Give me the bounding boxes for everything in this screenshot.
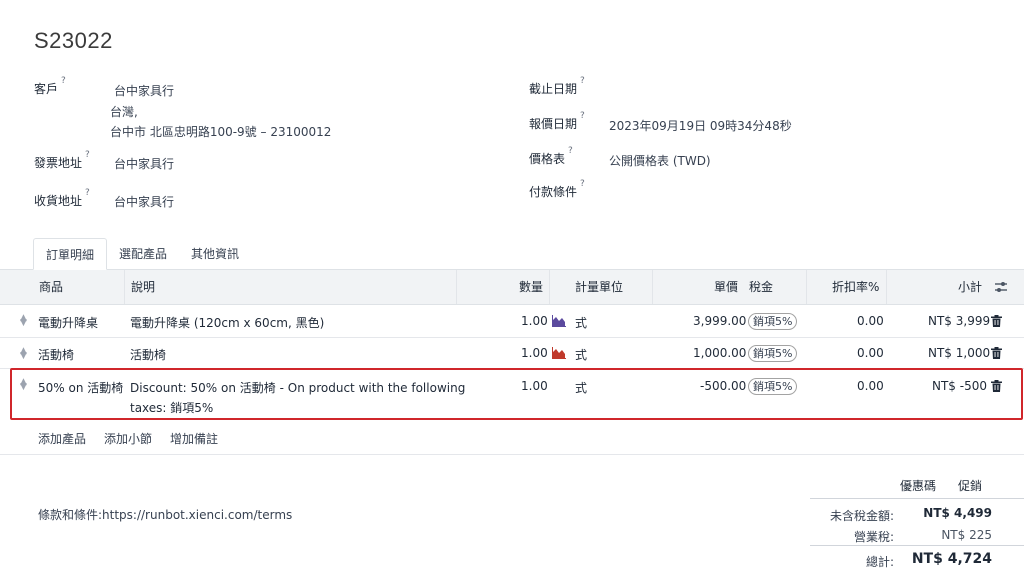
forecast-chart-icon[interactable] <box>552 347 566 359</box>
header-taxes[interactable]: 稅金 <box>749 270 773 304</box>
tax-badge[interactable]: 銷項5% <box>748 313 798 330</box>
promotion-button[interactable]: 促銷 <box>958 477 982 494</box>
header-quantity[interactable]: 數量 <box>519 270 543 304</box>
tax-amount-label: 營業稅: <box>853 530 894 544</box>
row-uom[interactable]: 式 <box>575 346 587 363</box>
line-actions: 添加產品 添加小節 增加備註 <box>38 430 218 447</box>
expiration-label: 截止日期? <box>529 76 585 96</box>
table-row[interactable]: ▲ ▼ 活動椅 活動椅 1.00 式 1,000.00 銷項5% 0.00 NT$… <box>0 338 1024 369</box>
add-section-link[interactable]: 添加小節 <box>104 430 152 447</box>
customer-address: 台中市 北區忠明路100-9號 – 23100012 <box>110 125 332 139</box>
row-product[interactable]: 電動升降桌 <box>38 314 98 331</box>
row-discount[interactable]: 0.00 <box>857 346 884 360</box>
row-description[interactable]: 電動升降桌 (120cm x 60cm, 黑色) <box>130 314 324 331</box>
tax-amount-value: NT$ 225 <box>941 528 992 542</box>
help-icon[interactable]: ? <box>85 188 90 198</box>
help-icon[interactable]: ? <box>61 76 66 86</box>
untaxed-amount-value: NT$ 4,499 <box>923 506 992 520</box>
untaxed-amount-label: 未含稅金額: <box>829 509 894 523</box>
pricelist-field[interactable]: 公開價格表 (TWD) <box>609 152 711 169</box>
trash-icon[interactable] <box>991 315 1002 327</box>
invoice-address-field[interactable]: 台中家具行 <box>114 155 174 172</box>
total-value: NT$ 4,724 <box>911 551 992 567</box>
help-icon[interactable]: ? <box>580 76 585 86</box>
row-unit-price[interactable]: 3,999.00 <box>693 314 746 328</box>
pricelist-label: 價格表? <box>529 146 573 166</box>
row-subtotal: NT$ 3,999 <box>928 314 991 328</box>
header-product[interactable]: 商品 <box>39 270 63 304</box>
help-icon[interactable]: ? <box>580 179 585 189</box>
tab-order-lines[interactable]: 訂單明細 <box>33 238 108 270</box>
header-description[interactable]: 說明 <box>131 270 155 304</box>
tab-optional-products[interactable]: 選配產品 <box>107 238 179 270</box>
column-separator[interactable] <box>652 270 653 304</box>
help-icon[interactable]: ? <box>580 111 585 121</box>
table-row[interactable]: ▲ ▼ 電動升降桌 電動升降桌 (120cm x 60cm, 黑色) 1.00 式… <box>0 305 1024 338</box>
header-uom[interactable]: 計量單位 <box>575 270 623 304</box>
expiration-field[interactable] <box>609 81 989 97</box>
trash-icon[interactable] <box>991 347 1002 359</box>
delivery-address-field[interactable]: 台中家具行 <box>114 193 174 210</box>
table-header: 商品 說明 數量 計量單位 單價 稅金 折扣率% 小計 <box>0 270 1024 305</box>
add-note-link[interactable]: 增加備註 <box>170 430 218 447</box>
quotation-date-field[interactable]: 2023年09月19日 09時34分48秒 <box>609 117 792 134</box>
terms-and-conditions[interactable]: 條款和條件:https://runbot.xienci.com/terms <box>38 506 292 523</box>
notebook-tabs: 訂單明細 選配產品 其他資訊 <box>33 238 251 270</box>
customer-label: 客戶? <box>34 76 66 96</box>
column-separator[interactable] <box>124 270 125 304</box>
row-quantity[interactable]: 1.00 <box>521 314 548 328</box>
payment-terms-field[interactable] <box>609 184 989 200</box>
payment-terms-label: 付款條件? <box>529 179 585 199</box>
drag-handle-icon[interactable]: ▲ ▼ <box>19 314 28 328</box>
totals-divider <box>810 498 1024 499</box>
coupon-button[interactable]: 優惠碼 <box>900 477 936 494</box>
tax-badge[interactable]: 銷項5% <box>748 345 798 362</box>
drag-handle-icon[interactable]: ▲ ▼ <box>19 347 28 361</box>
column-separator[interactable] <box>806 270 807 304</box>
row-product[interactable]: 活動椅 <box>38 346 74 363</box>
sliders-icon <box>995 282 1007 292</box>
tab-other-info[interactable]: 其他資訊 <box>179 238 251 270</box>
totals-divider <box>810 545 1024 546</box>
column-separator[interactable] <box>886 270 887 304</box>
add-product-link[interactable]: 添加產品 <box>38 430 86 447</box>
header-discount[interactable]: 折扣率% <box>832 270 879 304</box>
highlight-box <box>10 368 1023 420</box>
row-discount[interactable]: 0.00 <box>857 314 884 328</box>
section-divider <box>0 454 1024 455</box>
row-quantity[interactable]: 1.00 <box>521 346 548 360</box>
column-separator[interactable] <box>456 270 457 304</box>
row-unit-price[interactable]: 1,000.00 <box>693 346 746 360</box>
customer-country: 台灣, <box>110 105 138 119</box>
forecast-chart-icon[interactable] <box>552 315 566 327</box>
record-title: S23022 <box>34 28 113 53</box>
header-subtotal[interactable]: 小計 <box>958 270 982 304</box>
row-uom[interactable]: 式 <box>575 314 587 331</box>
delivery-address-label: 收貨地址? <box>34 188 90 208</box>
invoice-address-label: 發票地址? <box>34 150 90 170</box>
header-unit-price[interactable]: 單價 <box>714 270 738 304</box>
quotation-date-label: 報價日期? <box>529 111 585 131</box>
row-description[interactable]: 活動椅 <box>130 346 166 363</box>
help-icon[interactable]: ? <box>568 146 573 156</box>
column-separator[interactable] <box>549 270 550 304</box>
help-icon[interactable]: ? <box>85 150 90 160</box>
customer-name[interactable]: 台中家具行 <box>114 82 174 99</box>
row-subtotal: NT$ 1,000 <box>928 346 991 360</box>
